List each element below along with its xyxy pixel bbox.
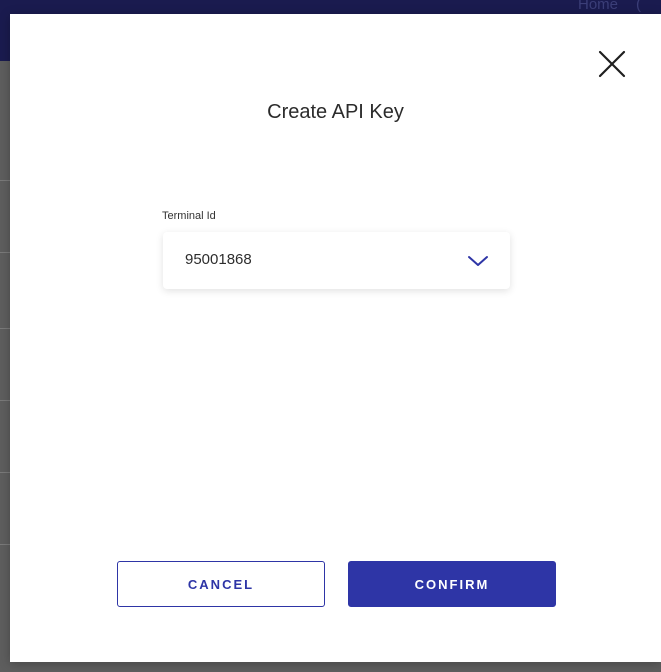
cancel-button[interactable]: CANCEL: [117, 561, 325, 607]
nav-next-link[interactable]: (: [636, 0, 641, 13]
terminal-id-select[interactable]: 95001868: [163, 232, 510, 289]
modal-title: Create API Key: [267, 101, 404, 123]
background-divider: [0, 472, 10, 473]
close-icon: [598, 50, 626, 78]
close-button[interactable]: [596, 48, 630, 82]
background-divider: [0, 544, 10, 545]
chevron-down-icon: [468, 256, 488, 266]
background-divider: [0, 400, 10, 401]
background-divider: [0, 328, 10, 329]
background-nav: Home (: [578, 0, 641, 13]
nav-home-link[interactable]: Home: [578, 0, 618, 13]
create-api-key-modal: Create API Key Terminal Id 95001868 CANC…: [10, 14, 661, 662]
background-divider: [0, 180, 10, 181]
terminal-id-value: 95001868: [185, 251, 252, 268]
confirm-button[interactable]: CONFIRM: [348, 561, 556, 607]
background-divider: [0, 252, 10, 253]
terminal-id-label: Terminal Id: [162, 210, 216, 222]
